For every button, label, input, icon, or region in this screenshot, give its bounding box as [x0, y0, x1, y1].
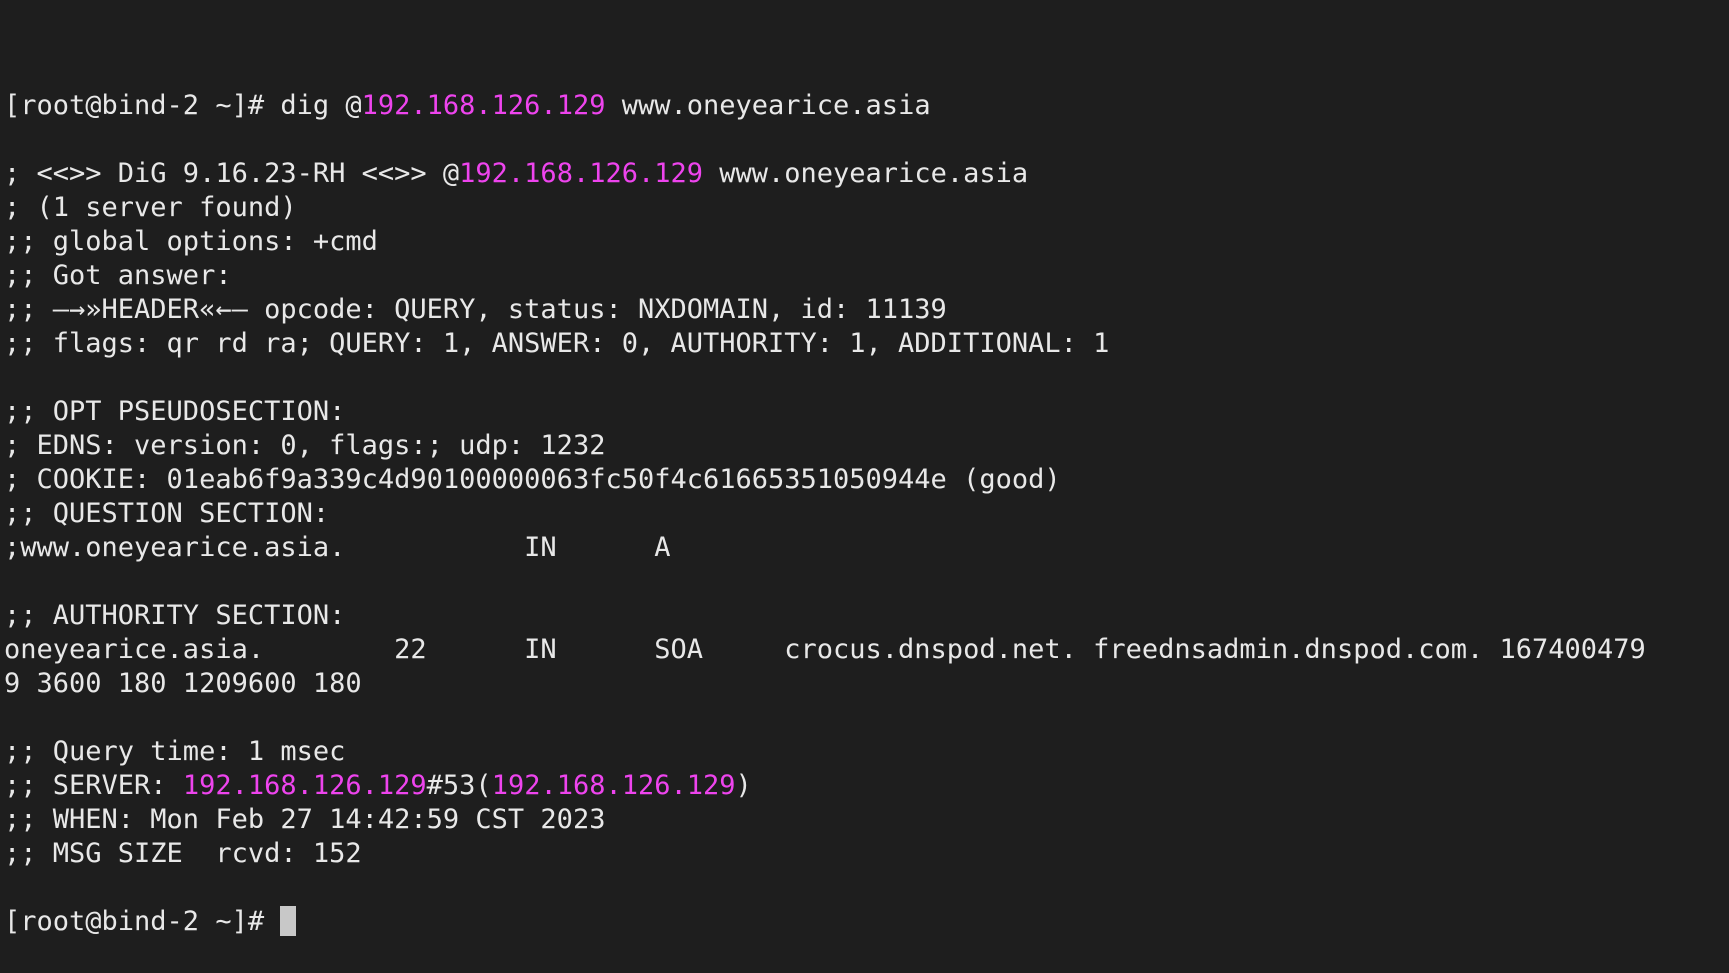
ip-address-text: 192.168.126.129	[182, 770, 427, 801]
terminal-text: ;; flags: qr rd ra; QUERY: 1, ANSWER: 0,…	[4, 328, 1110, 359]
terminal-text: ; COOKIE: 01eab6f9a339c4d90100000063fc50…	[4, 464, 1061, 495]
terminal-text: )	[735, 770, 752, 801]
terminal-text: ;; AUTHORITY SECTION:	[4, 600, 346, 631]
terminal-text: ; <<>> DiG 9.16.23-RH <<>> @	[4, 158, 460, 189]
terminal-line: 9 3600 180 1209600 180	[4, 667, 1729, 701]
terminal-line: [root@bind-2 ~]#	[4, 905, 1729, 939]
terminal-line: ;; AUTHORITY SECTION:	[4, 599, 1729, 633]
terminal-text: ;; MSG SIZE rcvd: 152	[4, 838, 362, 869]
terminal-line: ;; OPT PSEUDOSECTION:	[4, 395, 1729, 429]
terminal-line: ;; QUESTION SECTION:	[4, 497, 1729, 531]
terminal-line: ;www.oneyearice.asia. IN A	[4, 531, 1729, 565]
terminal-text: ;; global options: +cmd	[4, 226, 378, 257]
terminal-text: ;; WHEN: Mon Feb 27 14:42:59 CST 2023	[4, 804, 606, 835]
terminal-line: ; (1 server found)	[4, 191, 1729, 225]
terminal-text: oneyearice.asia. 22 IN SOA crocus.dnspod…	[4, 634, 1646, 665]
terminal-output: [root@bind-2 ~]# dig @192.168.126.129 ww…	[4, 89, 1729, 939]
ip-address-text: 192.168.126.129	[361, 90, 606, 121]
terminal-line: ;; Got answer:	[4, 259, 1729, 293]
terminal-text: [root@bind-2 ~]#	[4, 906, 281, 937]
terminal-text: ;www.oneyearice.asia. IN A	[4, 532, 671, 563]
text-cursor	[280, 906, 297, 936]
ip-address-text: 192.168.126.129	[491, 770, 736, 801]
terminal-text: ; (1 server found)	[4, 192, 297, 223]
terminal-line: ;; —→»HEADER«←— opcode: QUERY, status: N…	[4, 293, 1729, 327]
terminal-text: ;; SERVER:	[4, 770, 183, 801]
terminal-line: ;; WHEN: Mon Feb 27 14:42:59 CST 2023	[4, 803, 1729, 837]
terminal-text: ;; QUESTION SECTION:	[4, 498, 330, 529]
terminal-text: ; EDNS: version: 0, flags:; udp: 1232	[4, 430, 606, 461]
terminal-line: ; EDNS: version: 0, flags:; udp: 1232	[4, 429, 1729, 463]
terminal-line: ;; MSG SIZE rcvd: 152	[4, 837, 1729, 871]
terminal-line: ;; flags: qr rd ra; QUERY: 1, ANSWER: 0,…	[4, 327, 1729, 361]
terminal-line: ; <<>> DiG 9.16.23-RH <<>> @192.168.126.…	[4, 157, 1729, 191]
terminal-line: [root@bind-2 ~]# dig @192.168.126.129 ww…	[4, 89, 1729, 123]
terminal-line: ;; Query time: 1 msec	[4, 735, 1729, 769]
terminal-text: ;; OPT PSEUDOSECTION:	[4, 396, 346, 427]
terminal-text: www.oneyearice.asia	[605, 90, 931, 121]
terminal-line: ;; global options: +cmd	[4, 225, 1729, 259]
terminal-text: 9 3600 180 1209600 180	[4, 668, 362, 699]
terminal-text: ;; Got answer:	[4, 260, 232, 291]
terminal-window[interactable]: [root@bind-2 ~]# dig @192.168.126.129 ww…	[0, 0, 1729, 937]
terminal-line: ;; SERVER: 192.168.126.129#53(192.168.12…	[4, 769, 1729, 803]
terminal-text: [root@bind-2 ~]# dig @	[4, 90, 362, 121]
terminal-text: #53(	[426, 770, 492, 801]
terminal-line: oneyearice.asia. 22 IN SOA crocus.dnspod…	[4, 633, 1729, 667]
terminal-text: ;; Query time: 1 msec	[4, 736, 346, 767]
terminal-line: ; COOKIE: 01eab6f9a339c4d90100000063fc50…	[4, 463, 1729, 497]
terminal-text: www.oneyearice.asia	[703, 158, 1029, 189]
ip-address-text: 192.168.126.129	[459, 158, 703, 189]
terminal-text: ;; —→»HEADER«←— opcode: QUERY, status: N…	[4, 294, 947, 325]
